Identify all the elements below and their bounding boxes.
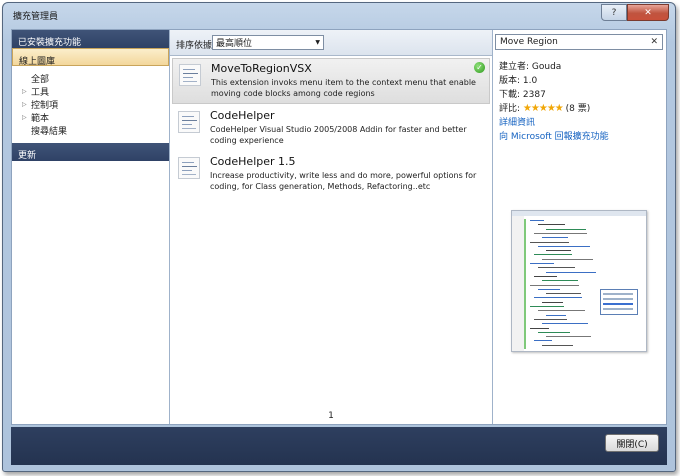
client-area: 已安裝擴充功能 線上圖庫 全部 ▷ 工具 ▷ 控制項 ▷ 範本 搜尋結果 更新 … bbox=[11, 29, 667, 425]
category-templates[interactable]: ▷ 範本 bbox=[12, 111, 169, 124]
window-title: 擴充管理員 bbox=[13, 12, 59, 22]
rating-votes: (8 票) bbox=[565, 104, 591, 114]
expand-arrow-icon[interactable]: ▷ bbox=[22, 114, 31, 121]
extension-icon bbox=[178, 157, 200, 179]
code-line bbox=[538, 288, 560, 290]
dropdown-arrow-icon: ▼ bbox=[315, 39, 320, 46]
clear-search-icon[interactable]: ✕ bbox=[650, 37, 658, 47]
extension-name: CodeHelper 1.5 bbox=[210, 155, 296, 168]
expand-arrow-icon[interactable]: ▷ bbox=[22, 88, 31, 95]
extension-icon bbox=[178, 111, 200, 133]
sort-label: 排序依據: bbox=[176, 41, 216, 51]
code-line bbox=[546, 314, 566, 316]
code-line bbox=[546, 293, 581, 295]
footer-bar: 關閉(C) bbox=[11, 427, 667, 465]
category-list: 全部 ▷ 工具 ▷ 控制項 ▷ 範本 搜尋結果 bbox=[12, 72, 169, 137]
extension-item-codehelper-1-5[interactable]: CodeHelper 1.5 Increase productivity, wr… bbox=[172, 152, 490, 198]
rating: 評比: ★★★★★ (8 票) bbox=[499, 102, 609, 116]
code-line bbox=[538, 245, 590, 247]
code-line bbox=[530, 284, 579, 286]
extension-details: 建立者: Gouda 版本: 1.0 下載: 2387 評比: ★★★★★ (8… bbox=[499, 60, 609, 144]
category-label: 全部 bbox=[31, 75, 50, 85]
code-line bbox=[542, 344, 573, 346]
close-button[interactable]: 關閉(C) bbox=[605, 434, 659, 452]
code-line bbox=[534, 254, 572, 256]
code-line bbox=[530, 263, 554, 264]
author: 建立者: Gouda bbox=[499, 62, 562, 72]
category-label: 搜尋結果 bbox=[31, 127, 68, 137]
code-line bbox=[542, 237, 568, 239]
code-line bbox=[542, 258, 593, 260]
category-controls[interactable]: ▷ 控制項 bbox=[12, 98, 169, 111]
code-line bbox=[546, 228, 586, 230]
caption-buttons: ? ✕ bbox=[601, 4, 669, 21]
version: 版本: 1.0 bbox=[499, 76, 538, 86]
more-info-link[interactable]: 詳細資訊 bbox=[499, 116, 609, 130]
code-line bbox=[538, 224, 565, 226]
sort-value: 最高順位 bbox=[216, 39, 253, 49]
installed-extensions-header[interactable]: 已安裝擴充功能 bbox=[12, 30, 169, 48]
help-button[interactable]: ? bbox=[601, 4, 627, 21]
extension-name: CodeHelper bbox=[210, 109, 275, 122]
code-line bbox=[542, 323, 588, 325]
downloads: 下載: 2387 bbox=[499, 90, 546, 100]
details-panel: Move Region ✕ 建立者: Gouda 版本: 1.0 下載: 238… bbox=[492, 30, 666, 424]
code-line bbox=[538, 267, 575, 269]
code-line bbox=[542, 301, 563, 303]
close-window-button[interactable]: ✕ bbox=[627, 4, 669, 21]
code-line bbox=[546, 336, 591, 338]
code-line bbox=[534, 297, 582, 299]
code-line bbox=[530, 241, 569, 243]
code-line bbox=[546, 250, 571, 252]
extension-list-panel: 排序依據: 最高順位 ▼ MoveToRegionVSX This extens… bbox=[170, 30, 492, 424]
sort-bar: 排序依據: 最高順位 ▼ bbox=[170, 30, 492, 56]
search-input[interactable]: Move Region ✕ bbox=[495, 34, 663, 50]
category-label: 範本 bbox=[31, 114, 50, 124]
extension-icon bbox=[179, 64, 201, 86]
category-search-results[interactable]: 搜尋結果 bbox=[12, 124, 169, 137]
extension-description: CodeHelper Visual Studio 2005/2008 Addin… bbox=[210, 125, 467, 145]
code-line bbox=[534, 275, 557, 277]
expand-arrow-icon[interactable]: ▷ bbox=[22, 101, 31, 108]
category-tools[interactable]: ▷ 工具 bbox=[12, 85, 169, 98]
page-number[interactable]: 1 bbox=[170, 411, 492, 421]
code-line bbox=[530, 306, 564, 307]
code-line bbox=[538, 310, 585, 312]
category-all[interactable]: 全部 bbox=[12, 72, 169, 85]
search-value: Move Region bbox=[500, 37, 558, 47]
category-panel: 已安裝擴充功能 線上圖庫 全部 ▷ 工具 ▷ 控制項 ▷ 範本 搜尋結果 更新 bbox=[12, 30, 170, 424]
code-line bbox=[530, 327, 549, 329]
extension-item-codehelper[interactable]: CodeHelper CodeHelper Visual Studio 2005… bbox=[172, 106, 490, 152]
code-line bbox=[538, 331, 570, 333]
code-line bbox=[534, 232, 587, 234]
extension-description: This extension invoks menu item to the c… bbox=[211, 78, 476, 98]
code-line bbox=[530, 220, 544, 221]
rating-label: 評比: bbox=[499, 104, 521, 114]
updates-header[interactable]: 更新 bbox=[12, 143, 169, 161]
preview-image bbox=[511, 210, 647, 352]
extension-description: Increase productivity, write less and do… bbox=[210, 171, 477, 191]
context-menu-preview bbox=[600, 289, 638, 315]
category-label: 工具 bbox=[31, 88, 50, 98]
online-gallery-header[interactable]: 線上圖庫 bbox=[12, 48, 169, 67]
code-line bbox=[534, 340, 552, 342]
extension-name: MoveToRegionVSX bbox=[211, 62, 312, 75]
extension-item-movetoregionvsx[interactable]: MoveToRegionVSX This extension invoks me… bbox=[172, 58, 490, 104]
code-line bbox=[546, 271, 596, 273]
code-line bbox=[534, 318, 567, 320]
extension-manager-window: 擴充管理員 ? ✕ 已安裝擴充功能 線上圖庫 全部 ▷ 工具 ▷ 控制項 ▷ 範… bbox=[2, 2, 676, 472]
code-line bbox=[542, 280, 578, 282]
rating-stars-icon: ★★★★★ bbox=[522, 103, 564, 114]
sort-dropdown[interactable]: 最高順位 ▼ bbox=[212, 35, 324, 50]
category-label: 控制項 bbox=[31, 101, 59, 111]
report-extension-link[interactable]: 向 Microsoft 回報擴充功能 bbox=[499, 130, 609, 144]
title-bar: 擴充管理員 ? ✕ bbox=[3, 3, 675, 27]
installed-check-icon: ✓ bbox=[474, 62, 485, 73]
